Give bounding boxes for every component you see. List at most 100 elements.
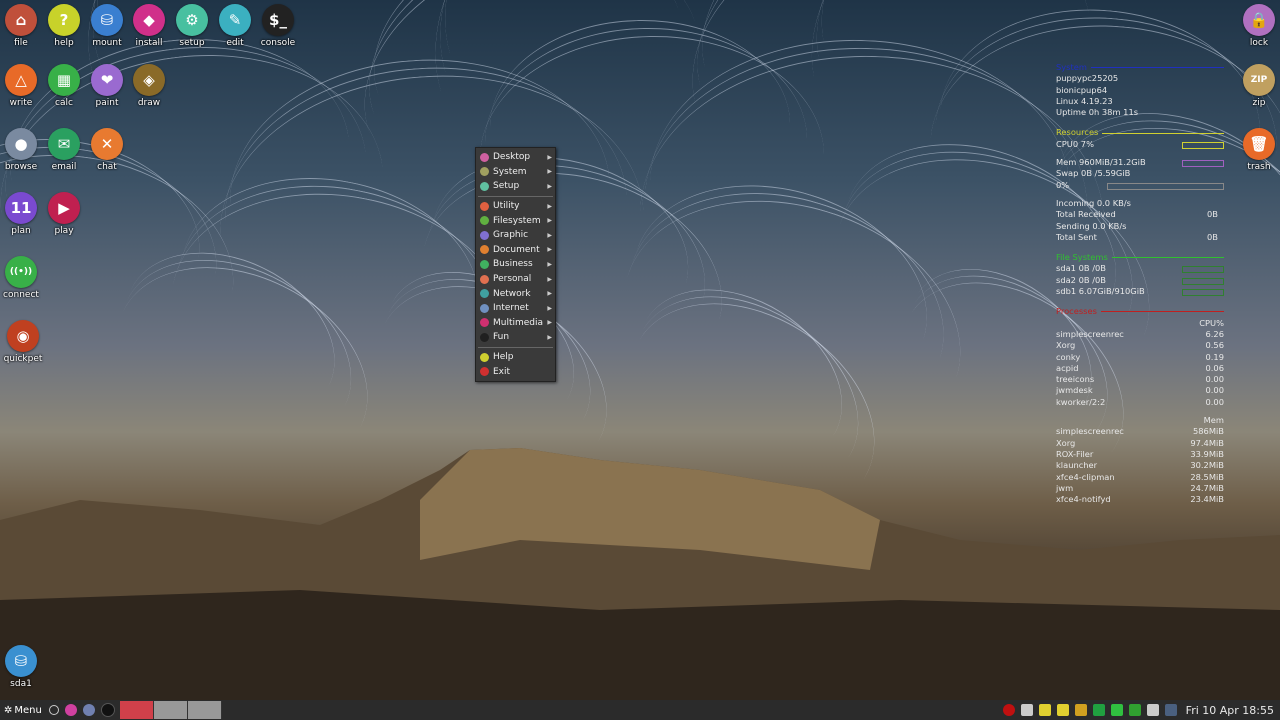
desktop-icon-edit[interactable]: ✎ edit bbox=[212, 4, 258, 49]
desktop-icon-write[interactable]: △ write bbox=[0, 64, 44, 109]
desktop-icon-file[interactable]: ⌂ file bbox=[0, 4, 44, 49]
home-icon: ⌂ bbox=[5, 4, 37, 36]
process-value: 0.19 bbox=[1205, 351, 1224, 362]
menu-item-help[interactable]: Help bbox=[476, 350, 555, 365]
menu-item-internet[interactable]: Internet ▶ bbox=[476, 301, 555, 316]
desktop-icon-setup[interactable]: ⚙ setup bbox=[169, 4, 215, 49]
menu-button[interactable]: ✲ Menu bbox=[0, 700, 46, 720]
workspace-1[interactable] bbox=[119, 701, 154, 719]
process-name: jwmdesk bbox=[1056, 385, 1093, 396]
document-icon[interactable] bbox=[1146, 704, 1159, 716]
desktop-icon-label: browse bbox=[4, 162, 38, 172]
battery-icon[interactable] bbox=[1110, 704, 1123, 716]
volume-icon[interactable] bbox=[1074, 704, 1087, 716]
conky-line: Linux 4.19.23 bbox=[1056, 95, 1113, 106]
workspace-3[interactable] bbox=[187, 701, 222, 719]
wifi-icon[interactable] bbox=[1092, 704, 1105, 716]
menu-item-document[interactable]: Document ▶ bbox=[476, 243, 555, 258]
desktop-icon-label: zip bbox=[1252, 98, 1266, 108]
desktop-icon-label: mount bbox=[92, 38, 122, 48]
desktop-icon-email[interactable]: ✉ email bbox=[41, 128, 87, 173]
desktop-icon-trash[interactable]: 🗑 trash bbox=[1236, 128, 1280, 173]
conky-resources-title: Resources bbox=[1056, 127, 1099, 138]
submenu-arrow-icon: ▶ bbox=[547, 202, 552, 210]
play-icon: ▶ bbox=[48, 192, 80, 224]
desktop-icon-label: quickpet bbox=[3, 354, 43, 364]
menu-item-label: System bbox=[493, 166, 527, 177]
desktop-icon-help[interactable]: ? help bbox=[41, 4, 87, 49]
desktop-icon-install[interactable]: ◆ install bbox=[126, 4, 172, 49]
desktop-icon-label: chat bbox=[97, 162, 117, 172]
terminal-launcher-icon[interactable] bbox=[100, 703, 115, 717]
process-value: 23.4MiB bbox=[1190, 494, 1224, 505]
process-value: 0.06 bbox=[1205, 362, 1224, 373]
desktop-icon-plan[interactable]: 11 plan bbox=[0, 192, 44, 237]
desktop-icon-zip[interactable]: ZIP zip bbox=[1236, 64, 1280, 109]
menu-item-label: Filesystem bbox=[493, 215, 541, 226]
search-icon[interactable] bbox=[48, 705, 59, 715]
clock[interactable]: Fri 10 Apr 18:55 bbox=[1186, 704, 1274, 717]
network-stat-value: 0B bbox=[1207, 231, 1218, 242]
desktop-icon-chat[interactable]: ✕ chat bbox=[84, 128, 130, 173]
write-icon: △ bbox=[5, 64, 37, 96]
drive-icon: ⛁ bbox=[91, 4, 123, 36]
process-name: simplescreenrec bbox=[1056, 328, 1124, 339]
process-value: 0.00 bbox=[1205, 396, 1224, 407]
internet-icon bbox=[480, 303, 489, 313]
submenu-arrow-icon: ▶ bbox=[547, 168, 552, 176]
network-monitor-icon[interactable] bbox=[1164, 704, 1177, 716]
process-value: 28.5MiB bbox=[1190, 471, 1224, 482]
menu-item-desktop[interactable]: Desktop ▶ bbox=[476, 150, 555, 165]
clipboard-icon[interactable] bbox=[1020, 704, 1033, 716]
desktop-icon-label: edit bbox=[226, 38, 244, 48]
desktop-icon-lock[interactable]: 🔒 lock bbox=[1236, 4, 1280, 49]
desktop-icon-browse[interactable]: ● browse bbox=[0, 128, 44, 173]
menu-item-setup[interactable]: Setup ▶ bbox=[476, 179, 555, 194]
desktop-icon-label: install bbox=[135, 38, 163, 48]
menu-item-fun[interactable]: Fun ▶ bbox=[476, 330, 555, 345]
desktop-icon-label: plan bbox=[11, 226, 31, 236]
desktop-icon-mount[interactable]: ⛁ mount bbox=[84, 4, 130, 49]
workspace-2[interactable] bbox=[153, 701, 188, 719]
menu-item-business[interactable]: Business ▶ bbox=[476, 257, 555, 272]
desktop-icon-label: lock bbox=[1249, 38, 1269, 48]
shield-icon[interactable] bbox=[1128, 704, 1141, 716]
note-icon[interactable] bbox=[1056, 704, 1069, 716]
process-row: simplescreenrec 6.26 bbox=[1056, 329, 1224, 340]
process-row: Xorg 0.56 bbox=[1056, 340, 1224, 351]
desktop-icon-paint[interactable]: ❤ paint bbox=[84, 64, 130, 109]
desktop-icon-quickpet[interactable]: ◉ quickpet bbox=[0, 320, 46, 365]
desktop-icon-label: draw bbox=[137, 98, 161, 108]
submenu-arrow-icon: ▶ bbox=[547, 319, 552, 327]
notes-icon[interactable] bbox=[1038, 704, 1051, 716]
menu-item-personal[interactable]: Personal ▶ bbox=[476, 272, 555, 287]
chat-launcher-icon[interactable] bbox=[64, 704, 77, 716]
process-row: acpid 0.06 bbox=[1056, 363, 1224, 374]
process-row: simplescreenrec 586MiB bbox=[1056, 426, 1224, 437]
desktop-icon-sda1[interactable]: ⛁ sda1 bbox=[0, 645, 44, 690]
multimedia-icon bbox=[480, 318, 489, 328]
menu-item-label: Multimedia bbox=[493, 317, 544, 328]
desktop-icon-connect[interactable]: ((•)) connect bbox=[0, 256, 44, 301]
menu-item-graphic[interactable]: Graphic ▶ bbox=[476, 228, 555, 243]
process-row: xfce4-notifyd 23.4MiB bbox=[1056, 494, 1224, 505]
process-row: klauncher 30.2MiB bbox=[1056, 460, 1224, 471]
menu-item-filesystem[interactable]: Filesystem ▶ bbox=[476, 213, 555, 228]
menu-item-utility[interactable]: Utility ▶ bbox=[476, 199, 555, 214]
desktop-icon-calc[interactable]: ▦ calc bbox=[41, 64, 87, 109]
desktop-icon-draw[interactable]: ◈ draw bbox=[126, 64, 172, 109]
filesystem-bar bbox=[1182, 277, 1224, 285]
menu-item-system[interactable]: System ▶ bbox=[476, 165, 555, 180]
submenu-arrow-icon: ▶ bbox=[547, 260, 552, 268]
menu-item-multimedia[interactable]: Multimedia ▶ bbox=[476, 316, 555, 331]
swap-percent: 0% bbox=[1056, 179, 1070, 190]
record-icon[interactable] bbox=[1002, 704, 1015, 716]
menu-item-network[interactable]: Network ▶ bbox=[476, 286, 555, 301]
pet-icon: ◉ bbox=[7, 320, 39, 352]
drive-icon: ⛁ bbox=[5, 645, 37, 677]
browser-launcher-icon[interactable] bbox=[82, 704, 95, 716]
desktop-icon-play[interactable]: ▶ play bbox=[41, 192, 87, 237]
menu-item-exit[interactable]: Exit bbox=[476, 364, 555, 379]
desktop-icon-console[interactable]: $_ console bbox=[255, 4, 301, 49]
conky-resources-header: Resources bbox=[1056, 127, 1224, 138]
